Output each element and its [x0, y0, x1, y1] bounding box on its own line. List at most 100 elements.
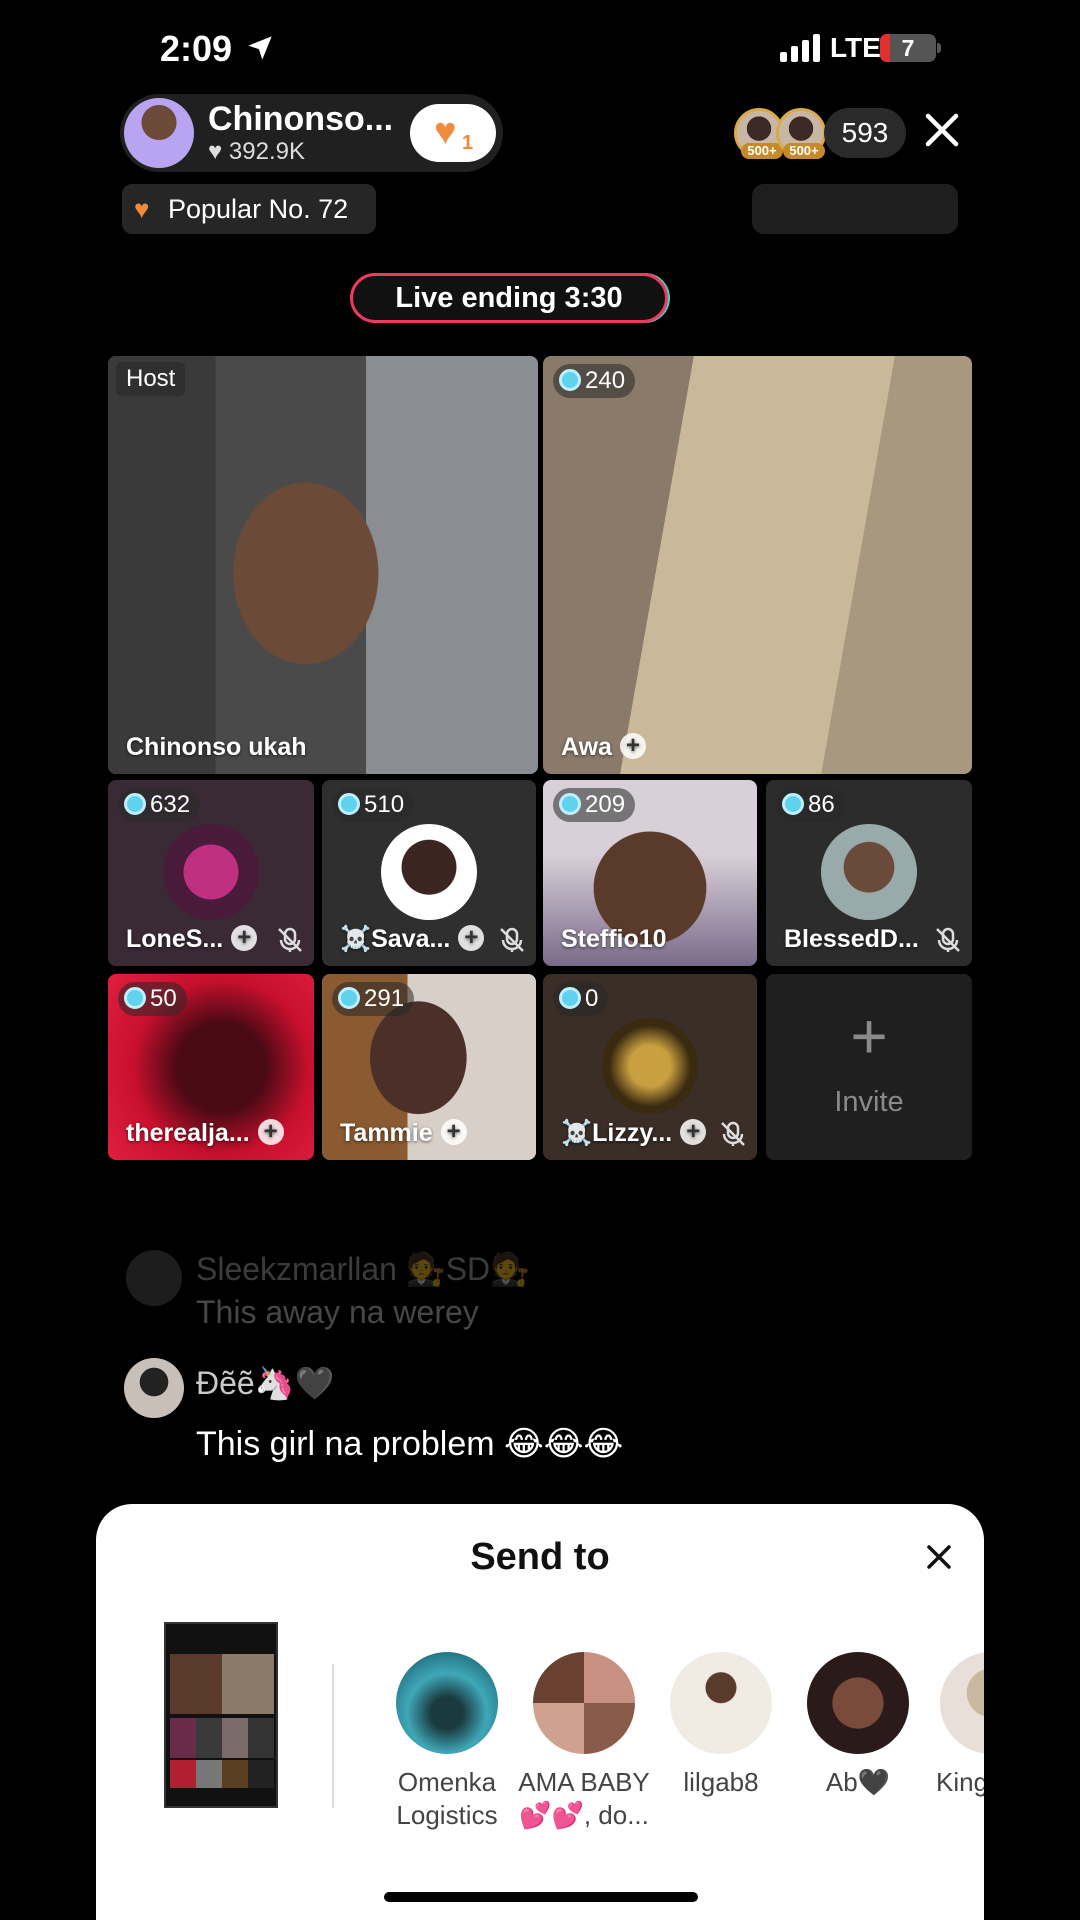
guest-name: ☠️Sava... +: [340, 925, 485, 954]
gem-icon: [338, 987, 360, 1009]
guest-score: 0: [553, 982, 609, 1016]
plus-icon[interactable]: +: [458, 925, 485, 951]
host-video-tile[interactable]: Host Chinonso ukah: [108, 356, 538, 774]
guest-avatar: [821, 824, 917, 920]
contact-name: AMA BABY 💕💕, do...: [518, 1767, 650, 1830]
guest-video-tile[interactable]: 510 ☠️Sava... +: [322, 780, 536, 966]
guest-score: 50: [118, 982, 187, 1016]
follow-count: 1: [462, 132, 474, 154]
guest-video-tile[interactable]: 50 therealja... +: [108, 974, 314, 1160]
plus-icon[interactable]: +: [231, 925, 258, 951]
gem-icon: [559, 987, 581, 1009]
mic-off-icon: [500, 927, 524, 952]
contact-avatar: [533, 1652, 635, 1754]
guest-name: ☠️Lizzy... +: [561, 1119, 707, 1148]
status-time: 2:09: [160, 28, 233, 69]
guest-score: 240: [553, 364, 636, 398]
plus-icon[interactable]: +: [257, 1119, 284, 1145]
guest-video-tile[interactable]: 240 Awa +: [543, 356, 972, 774]
home-indicator[interactable]: [384, 1892, 698, 1902]
chat-message: Sleekzmarllan 🧑‍⚖️SD🧑‍⚖️ This away na we…: [122, 1250, 842, 1336]
network-type: LTE: [830, 32, 881, 63]
chat-username[interactable]: Sleekzmarllan 🧑‍⚖️SD🧑‍⚖️: [196, 1250, 530, 1288]
host-name: Chinonso...: [208, 100, 394, 138]
viewer-avatar[interactable]: 500+: [776, 108, 826, 159]
contact-name: lilgab8: [683, 1767, 759, 1797]
guest-video-tile[interactable]: 209 Steffio10: [543, 780, 757, 966]
host-info-pill[interactable]: Chinonso... ♥ 392.9K ♥ 1: [120, 94, 503, 172]
contact-name: Omenka Logistics: [396, 1767, 498, 1830]
guest-score: 209: [553, 788, 636, 822]
sheet-title: Send to: [470, 1536, 610, 1578]
live-ending-timer: Live ending 3:30: [350, 273, 668, 323]
gem-icon: [782, 793, 804, 815]
guest-score: 632: [118, 788, 201, 822]
chat-username[interactable]: Đẽẽ🦄🖤: [196, 1364, 334, 1402]
chat-text: This away na werey: [196, 1294, 479, 1330]
guest-score: 86: [776, 788, 845, 822]
mic-off-icon: [278, 927, 302, 952]
mic-off-icon: [936, 927, 960, 952]
guest-avatar: [163, 824, 259, 920]
viewer-badge: 500+: [741, 143, 783, 159]
heart-icon: ♥: [434, 111, 457, 153]
contact-item[interactable]: King: [906, 1652, 984, 1799]
contact-avatar: [940, 1652, 984, 1754]
signal-icon: [780, 34, 820, 62]
guest-name: Tammie +: [340, 1119, 467, 1148]
guest-video-tile[interactable]: 0 ☠️Lizzy... +: [543, 974, 757, 1160]
guest-name: LoneS... +: [126, 925, 258, 954]
chat-text: This girl na problem 😂😂😂: [196, 1425, 624, 1463]
contact-avatar: [396, 1652, 498, 1754]
contact-avatar: [670, 1652, 772, 1754]
broken-heart-icon: ♥: [134, 194, 150, 224]
close-icon[interactable]: [922, 110, 962, 150]
invite-slot[interactable]: + Invite: [766, 974, 972, 1160]
guest-video-tile[interactable]: 291 Tammie +: [322, 974, 536, 1160]
plus-icon[interactable]: +: [440, 1119, 467, 1145]
viewer-count[interactable]: 593: [824, 108, 906, 158]
contact-avatar: [807, 1652, 909, 1754]
guest-name: Awa +: [561, 733, 646, 762]
plus-icon[interactable]: +: [680, 1119, 707, 1145]
battery-icon: 7: [880, 34, 936, 62]
host-avatar[interactable]: [124, 98, 194, 168]
host-tag: Host: [116, 362, 186, 396]
status-bar: 2:09 LTE 7: [0, 0, 1080, 100]
guest-video-tile[interactable]: 632 LoneS... +: [108, 780, 314, 966]
divider: [332, 1664, 334, 1808]
gem-icon: [338, 793, 360, 815]
gem-icon: [124, 793, 146, 815]
mic-off-icon: [721, 1121, 745, 1146]
popular-rank-badge[interactable]: ♥ Popular No. 72: [122, 184, 376, 234]
chat-avatar[interactable]: [126, 1250, 182, 1306]
battery-level: 7: [901, 35, 915, 61]
guest-avatar: [602, 1018, 698, 1114]
close-icon[interactable]: [924, 1542, 954, 1572]
plus-icon[interactable]: +: [619, 733, 646, 759]
guest-name: Chinonso ukah: [126, 733, 307, 761]
chat-avatar[interactable]: [124, 1358, 184, 1418]
gem-icon: [559, 793, 581, 815]
heart-icon: ♥: [208, 138, 223, 165]
chat-message: Đẽẽ🦄🖤 This girl na problem 😂😂😂: [122, 1358, 842, 1468]
popular-rank-text: Popular No. 72: [168, 194, 349, 224]
screenshot-thumbnail[interactable]: [164, 1622, 278, 1808]
gem-icon: [559, 369, 581, 391]
guest-avatar: [381, 824, 477, 920]
guest-name: BlessedD...: [784, 925, 919, 953]
contact-item[interactable]: Omenka Logistics: [377, 1652, 517, 1832]
blank-pill[interactable]: [752, 184, 958, 234]
contact-item[interactable]: lilgab8: [651, 1652, 791, 1799]
guest-name: Steffio10: [561, 925, 667, 953]
gem-icon: [124, 987, 146, 1009]
viewer-badge: 500+: [783, 143, 825, 159]
follow-button[interactable]: ♥ 1: [410, 104, 496, 162]
host-likes-count: 392.9K: [228, 138, 305, 165]
guest-score: 510: [332, 788, 415, 822]
contact-item[interactable]: AMA BABY 💕💕, do...: [514, 1652, 654, 1832]
contact-name: King: [936, 1767, 984, 1797]
send-to-sheet: Send to Omenka Logistics AMA BABY 💕💕, do…: [96, 1504, 984, 1920]
location-arrow-icon: [248, 36, 272, 60]
guest-video-tile[interactable]: 86 BlessedD...: [766, 780, 972, 966]
